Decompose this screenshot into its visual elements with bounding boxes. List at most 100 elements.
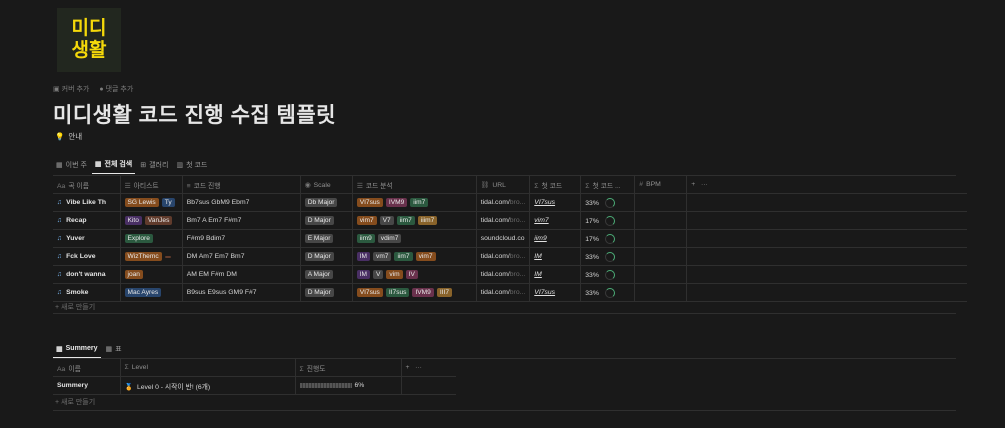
col-progression[interactable]: ≡ 코드 진행	[182, 176, 301, 194]
analysis-tag[interactable]: vim7	[356, 216, 377, 225]
col-first-chord-ratio[interactable]: Σ첫 코드 ...	[580, 176, 636, 194]
scale-cell[interactable]: A Major	[300, 265, 353, 284]
progression-cell[interactable]: F#m9 Bdim7	[182, 229, 301, 248]
col-name[interactable]: Aa 곡 이름	[53, 176, 121, 194]
col-first-chord[interactable]: Σ첫 코드	[529, 176, 582, 194]
artist-tag[interactable]: Explore	[124, 234, 153, 243]
analysis-tag[interactable]: IVM9	[412, 288, 434, 297]
scale-cell[interactable]: D Major	[300, 247, 353, 266]
table-row[interactable]: ♫ Vibe Like Th SG Lewis Ty Bb7sus GbM9 Ebm7 D…	[53, 193, 967, 212]
add-column-icon[interactable]: +	[691, 181, 695, 188]
more-icon[interactable]: ···	[701, 181, 708, 188]
bpm-cell[interactable]	[634, 229, 688, 248]
artist-tag[interactable]: Ty	[161, 198, 175, 207]
analysis-tag[interactable]: VI7sus	[356, 198, 383, 207]
song-name-cell[interactable]: ♫ Smoke	[53, 283, 121, 302]
song-name-cell[interactable]: ♫ don't wanna	[53, 265, 121, 284]
add-comment-button[interactable]: ● 댓글 추가	[99, 84, 133, 94]
analysis-tag[interactable]: vdim7	[377, 234, 402, 243]
analysis-cell[interactable]: VI7sus II7sus IVM9 III7	[352, 283, 477, 302]
analysis-tag[interactable]: IV	[405, 270, 418, 279]
tab-summery[interactable]: ▦ Summery	[53, 344, 101, 358]
artist-cell[interactable]: Kito VanJes	[120, 211, 183, 230]
analysis-tag[interactable]: vim7	[415, 252, 436, 261]
analysis-tag[interactable]: vm7	[373, 252, 392, 261]
table-row[interactable]: ♫ Smoke Mac Ayres B9sus E9sus GM9 F#7 D Majo…	[53, 283, 967, 302]
analysis-tag[interactable]: IM	[356, 252, 371, 261]
summary-name[interactable]: Summery	[53, 376, 121, 395]
tab-all-search[interactable]: ▦ 전체 검색	[91, 159, 136, 174]
analysis-tag[interactable]: II7sus	[385, 288, 410, 297]
url-cell[interactable]: tidal.com/bro...	[476, 283, 531, 302]
analysis-tag[interactable]: IM	[356, 270, 371, 279]
artist-cell[interactable]: joan	[120, 265, 183, 284]
song-name-cell[interactable]: ♫ Yuver	[53, 229, 121, 248]
col-progress[interactable]: Σ 진행도	[295, 359, 402, 377]
scale-cell[interactable]: E Major	[300, 229, 353, 248]
song-name-cell[interactable]: ♫ Recap	[53, 211, 121, 230]
artist-tag[interactable]: WizThemc	[124, 252, 162, 261]
summary-row[interactable]: Summery 🏅 Level 0 - 시작이 반! (6개) 6%	[53, 376, 456, 395]
analysis-cell[interactable]: IM vm7 iim7 vim7	[352, 247, 477, 266]
bpm-cell[interactable]	[634, 247, 688, 266]
analysis-tag[interactable]: III7	[436, 288, 453, 297]
artist-tag[interactable]: VanJes	[144, 216, 173, 225]
bpm-cell[interactable]	[634, 283, 688, 302]
table-row[interactable]: ♫ Recap Kito VanJes Bm7 A Em7 F#m7 D Major vim…	[53, 211, 967, 230]
add-cover-button[interactable]: ▣ 커버 추가	[53, 84, 89, 94]
url-cell[interactable]: tidal.com/bro...	[476, 247, 531, 266]
analysis-tag[interactable]: iim7	[410, 198, 429, 207]
col-url[interactable]: ⛓ URL	[476, 176, 531, 194]
song-name-cell[interactable]: ♫ Fck Love	[53, 247, 121, 266]
artist-tag[interactable]: joan	[124, 270, 143, 279]
col-analysis[interactable]: ☰ 코드 분석	[352, 176, 477, 194]
new-row-button[interactable]: + 새로 만들기	[55, 302, 95, 312]
analysis-cell[interactable]: iim9 vdim7	[352, 229, 477, 248]
tab-first-chord[interactable]: ▥ 첫 코드	[173, 159, 210, 174]
new-row-button-2[interactable]: + 새로 만들기	[55, 397, 95, 407]
col-bpm[interactable]: # BPM	[634, 176, 688, 194]
more-icon[interactable]: ···	[415, 364, 422, 371]
scale-cell[interactable]: D Major	[300, 211, 353, 230]
artist-cell[interactable]: Explore	[120, 229, 183, 248]
analysis-cell[interactable]: vim7 V7 iim7 iiim7	[352, 211, 477, 230]
url-cell[interactable]: tidal.com/bro...	[476, 265, 531, 284]
url-cell[interactable]: tidal.com/bro...	[476, 193, 531, 212]
progression-cell[interactable]: B9sus E9sus GM9 F#7	[182, 283, 301, 302]
bpm-cell[interactable]	[634, 211, 688, 230]
col-artist[interactable]: ☰ 아티스트	[120, 176, 183, 194]
bpm-cell[interactable]	[634, 265, 688, 284]
analysis-tag[interactable]: iim7	[394, 252, 413, 261]
tab-table[interactable]: ▦ 표	[103, 344, 125, 358]
table-row[interactable]: ♫ don't wanna joan AM EM F#m DM A Major IM Vvi…	[53, 265, 967, 284]
artist-tag[interactable]: Kito	[124, 216, 142, 225]
progression-cell[interactable]: AM EM F#m DM	[182, 265, 301, 284]
artist-cell[interactable]: Mac Ayres	[120, 283, 183, 302]
col-summary-name[interactable]: Aa 이름	[53, 359, 121, 377]
progression-cell[interactable]: Bb7sus GbM9 Ebm7	[182, 193, 301, 212]
analysis-tag[interactable]: IVM9	[385, 198, 408, 207]
artist-tag[interactable]	[164, 256, 171, 258]
progression-cell[interactable]: DM Am7 Em7 Bm7	[182, 247, 301, 266]
page-icon-logo[interactable]: 미디 생활	[57, 8, 121, 72]
page-title[interactable]: 미디생활 코드 진행 수집 템플릿	[53, 99, 336, 129]
url-cell[interactable]: tidal.com/bro...	[476, 211, 531, 230]
tab-gallery[interactable]: ⊞ 갤러리	[137, 159, 171, 174]
table-row[interactable]: ♫ Yuver Explore F#m9 Bdim7 E Major iim9 vdim7 s…	[53, 229, 967, 248]
add-column-icon[interactable]: +	[406, 364, 410, 371]
analysis-tag[interactable]: iiim7	[417, 216, 438, 225]
artist-cell[interactable]: WizThemc	[120, 247, 183, 266]
analysis-cell[interactable]: IM Vvim IV	[352, 265, 477, 284]
scale-cell[interactable]: Db Major	[300, 193, 353, 212]
artist-cell[interactable]: SG Lewis Ty	[120, 193, 183, 212]
artist-tag[interactable]: Mac Ayres	[124, 288, 162, 297]
col-level[interactable]: Σ Level	[120, 359, 296, 377]
analysis-tag[interactable]: vim	[386, 270, 403, 279]
artist-tag[interactable]: SG Lewis	[124, 198, 159, 207]
analysis-tag[interactable]: iim9	[356, 234, 375, 243]
analysis-tag[interactable]: iim7	[396, 216, 415, 225]
song-name-cell[interactable]: ♫ Vibe Like Th	[53, 193, 121, 212]
analysis-tag[interactable]: VI7sus	[356, 288, 383, 297]
bpm-cell[interactable]	[634, 193, 688, 212]
analysis-tag[interactable]: V7	[379, 216, 394, 225]
